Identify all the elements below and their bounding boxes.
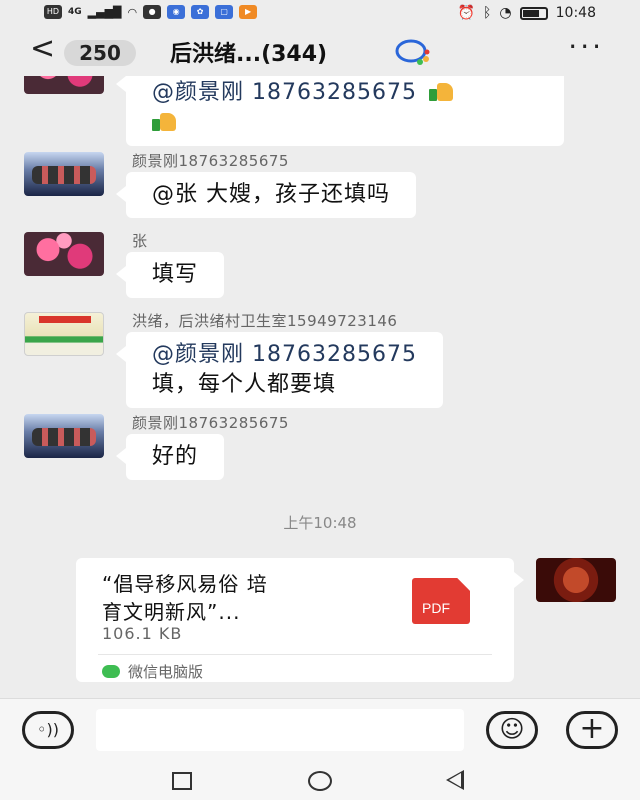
message-bubble[interactable]: 好的 [115,434,225,480]
pdf-label: PDF [422,600,450,616]
qq-icon: ● [143,5,162,19]
avatar[interactable] [24,152,104,196]
baidu-icon: ✿ [191,5,210,19]
message-bubble[interactable]: 填写 [115,252,225,298]
plus-icon[interactable]: + [566,711,618,749]
sender-name: 颜景刚18763285675 [132,414,289,432]
file-name-line: “倡导移风易俗 培 [102,572,268,596]
status-time: 10:48 [555,5,596,21]
alarm-icon: ⏰ [457,5,476,21]
chat-area[interactable]: @颜景刚 18763285675 颜景刚18763285675 @张 大嫂，孩子… [0,76,640,698]
sender-name: 洪绪，后洪绪村卫生室15949723146 [132,312,398,330]
sender-name: 张 [132,232,148,250]
wechat-icon [102,665,120,678]
browser-icon: ◉ [167,5,186,19]
message-text: 填，每个人都要填 [152,372,337,397]
input-bar: ◦)) ☺ + [0,698,640,760]
file-size: 106.1 KB [102,624,183,643]
file-name-line: 育文明新风”... [102,600,241,624]
status-left: HD 4G ▂▄▆█ ◠ ● ◉ ✿ ▢ ▶ [44,5,258,19]
message-input[interactable] [96,709,464,751]
message-bubble[interactable]: @颜景刚 18763285675 [116,76,564,146]
back-chevron-icon[interactable]: < [30,34,55,64]
avatar[interactable] [24,76,104,94]
nav-back-icon[interactable] [446,770,464,790]
recent-apps-icon[interactable] [172,772,192,790]
file-name: “倡导移风易俗 培 育文明新风”... [102,570,382,626]
mention-text: @颜景刚 18763285675 [152,342,417,367]
chat-timestamp: 上午10:48 [283,514,357,532]
wifi-icon: ◠ [127,5,138,19]
signal-icon: ▂▄▆█ [87,5,122,19]
status-right: ⏰ ᛒ ◔ 10:48 [458,5,596,21]
thumbs-up-icon [428,81,453,101]
chat-title[interactable]: 后洪绪...(344) [170,36,327,68]
message-bubble[interactable]: @张 大嫂，孩子还填吗 [116,172,416,218]
battery-icon [519,6,548,20]
bluetooth-icon: ᛒ [483,5,492,21]
avatar[interactable] [24,232,104,276]
status-bar: HD 4G ▂▄▆█ ◠ ● ◉ ✿ ▢ ▶ ⏰ ᛒ ◔ 10:48 [0,0,640,28]
file-source: 微信电脑版 [102,661,203,682]
speed-icon: ◔ [499,5,512,21]
home-icon[interactable] [308,771,332,791]
unread-count-badge[interactable]: 250 [64,40,136,66]
sender-name: 颜景刚18763285675 [132,152,289,170]
message-bubble[interactable]: @颜景刚 18763285675 填，每个人都要填 [116,332,443,408]
avatar[interactable] [536,558,616,602]
avatar[interactable] [24,312,104,356]
system-nav-bar [0,760,640,800]
file-message-card[interactable]: “倡导移风易俗 培 育文明新风”... 106.1 KB PDF 微信电脑版 [76,558,524,682]
divider [98,654,492,655]
network-type-label: 4G [68,7,82,17]
enterprise-chat-icon [395,39,430,65]
app-icon: ▢ [215,5,234,19]
chat-header: < 250 后洪绪...(344) ··· [0,28,640,76]
file-source-label: 微信电脑版 [128,663,204,681]
avatar[interactable] [24,414,104,458]
emoji-icon[interactable]: ☺ [486,711,538,749]
hd-icon: HD [44,5,62,19]
voice-icon[interactable]: ◦)) [22,711,74,749]
video-app-icon: ▶ [239,5,258,19]
thumbs-up-icon [152,111,176,131]
mention-text: @颜景刚 18763285675 [152,80,417,105]
more-dots-icon[interactable]: ··· [568,30,604,63]
